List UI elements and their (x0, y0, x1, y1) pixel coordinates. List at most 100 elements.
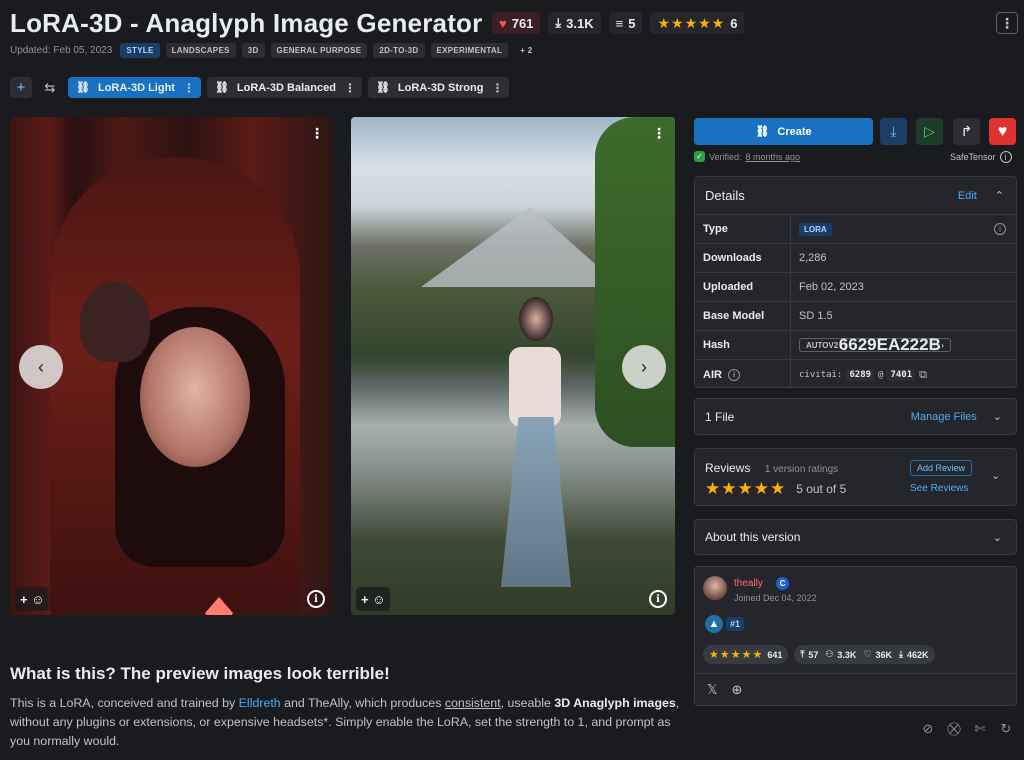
twitter-icon[interactable]: 𝕏 (707, 682, 717, 698)
info-icon[interactable]: i (727, 368, 740, 381)
tag-2d-to-3d[interactable]: 2D-TO-3D (373, 43, 425, 58)
rank-badge[interactable]: #1 (726, 617, 745, 631)
files-label: 1 File (705, 409, 735, 424)
tag-general-purpose[interactable]: GENERAL PURPOSE (270, 43, 368, 58)
image-2-info-icon[interactable]: i (649, 590, 667, 608)
chevron-right-icon[interactable]: › (935, 339, 950, 351)
kebab-icon[interactable]: ⋮ (491, 81, 503, 95)
edit-button[interactable]: Edit (958, 190, 977, 202)
chevron-down-icon[interactable]: ⌄ (991, 469, 1000, 482)
refresh-icon[interactable]: ↻ (997, 720, 1015, 738)
run-button[interactable]: ▷ (916, 118, 943, 145)
author-link[interactable]: Elldreth (239, 696, 281, 710)
add-reaction-icon: + ☺ (20, 591, 45, 607)
chevron-up-icon[interactable]: ⌃ (995, 189, 1004, 202)
details-header[interactable]: Details Edit ⌃ (695, 177, 1016, 215)
hash-box[interactable]: AUTOV2 6629EA222B › (799, 335, 951, 354)
updated-date: Updated: Feb 05, 2023 (10, 45, 113, 56)
air-prefix: civitai: (799, 369, 843, 380)
share-button[interactable]: ↱ (953, 118, 980, 145)
info-icon[interactable]: i (994, 223, 1006, 235)
details-row-uploaded: Uploaded Feb 02, 2023 (695, 273, 1016, 302)
likes-badge[interactable]: ♥ 761 (492, 12, 541, 34)
add-reaction-icon: + ☺ (361, 591, 386, 607)
copy-icon[interactable]: ⧉ (919, 368, 927, 382)
like-button[interactable]: ♥ (989, 118, 1016, 145)
underlined-word: consistent (444, 696, 501, 710)
chevron-down-icon[interactable]: ⌄ (993, 531, 1002, 544)
row-label: Type (695, 215, 791, 243)
version-tab-light[interactable]: ⛓ LoRA-3D Light ⋮ (68, 77, 201, 98)
version-tab-strong[interactable]: ⛓ LoRA-3D Strong ⋮ (367, 77, 510, 98)
downloads-count: 462K (907, 649, 929, 660)
globe-icon[interactable]: ⊕ (731, 682, 742, 698)
about-version-panel[interactable]: About this version ⌄ (694, 519, 1017, 555)
tag-3d[interactable]: 3D (241, 43, 265, 58)
verified-date-link[interactable]: 8 months ago (746, 152, 801, 162)
tag-style[interactable]: STYLE (120, 43, 160, 58)
rating-count: 641 (767, 649, 783, 660)
avatar[interactable] (703, 576, 727, 600)
hash-value[interactable]: 6629EA222B (839, 335, 941, 354)
cart-off-icon[interactable]: ⛒ (945, 720, 963, 738)
image-2-menu-button[interactable]: ⋮ (652, 125, 666, 141)
downloads-badge: ⤓ 3.1K (548, 12, 601, 34)
creator-name[interactable]: theally (734, 578, 763, 589)
plus-icon: + (16, 79, 26, 96)
files-panel[interactable]: 1 File Manage Files ⌄ (694, 398, 1017, 435)
kebab-icon: ⋮ (1000, 14, 1014, 31)
reviews-count: 1 version ratings (764, 464, 839, 475)
safetensor-label: SafeTensor i (950, 151, 1012, 163)
manage-files-button[interactable]: Manage Files (911, 411, 977, 423)
joined-date: Joined Dec 04, 2022 (734, 593, 817, 603)
page-title: LoRA-3D - Anaglyph Image Generator (10, 8, 483, 38)
kebab-icon[interactable]: ⋮ (183, 81, 195, 95)
carousel-next-button[interactable]: › (622, 345, 666, 389)
create-button[interactable]: ⛓ Create (694, 118, 873, 145)
type-badge: LORA (799, 222, 832, 236)
safetensor-text: SafeTensor (950, 152, 996, 162)
globe-off-icon[interactable]: ⊘ (919, 720, 937, 738)
reorder-versions-button[interactable]: ⇆ (38, 77, 62, 98)
image-1-react-button[interactable]: + ☺ (15, 587, 50, 611)
heart-outline-icon: ♡ (863, 649, 872, 659)
link-icon: ⛓ (76, 82, 90, 94)
heart-icon: ♥ (997, 122, 1008, 140)
add-version-button[interactable]: + (10, 77, 32, 98)
tag-experimental[interactable]: EXPERIMENTAL (430, 43, 509, 58)
tools-off-icon[interactable]: ✄ (971, 720, 989, 738)
add-review-button[interactable]: Add Review (910, 460, 973, 476)
download-icon: ⤓ (899, 649, 904, 659)
image-mountain-shape (421, 207, 621, 287)
floating-toolbar: ⊘ ⛒ ✄ ↻ (919, 720, 1015, 738)
article-heading: What is this? The preview images look te… (10, 664, 390, 683)
image-1-info-icon[interactable]: i (307, 590, 325, 608)
row-value: Feb 02, 2023 (799, 281, 864, 293)
text-segment: and TheAlly, which produces (280, 696, 445, 710)
tag-landscapes[interactable]: LANDSCAPES (165, 43, 236, 58)
likes-count: 36K (875, 649, 893, 660)
comments-badge[interactable]: ≡ 5 (608, 12, 643, 34)
version-tab-balanced[interactable]: ⛓ LoRA-3D Balanced ⋮ (206, 77, 362, 98)
info-icon[interactable]: i (999, 151, 1012, 163)
carousel-prev-button[interactable]: ‹ (19, 345, 63, 389)
kebab-icon[interactable]: ⋮ (344, 81, 356, 95)
air-version-id: 7401 (887, 368, 916, 381)
share-icon: ↱ (960, 123, 973, 139)
row-label: Base Model (695, 302, 791, 330)
details-row-base-model: Base Model SD 1.5 (695, 302, 1016, 331)
rating-badge[interactable]: ★★★★★ 6 (650, 12, 745, 34)
row-value: SD 1.5 (799, 310, 833, 322)
download-button[interactable]: ⤓ (880, 118, 907, 145)
image-2-react-button[interactable]: + ☺ (356, 587, 391, 611)
image-1-menu-button[interactable]: ⋮ (310, 125, 324, 141)
see-reviews-link[interactable]: See Reviews (910, 483, 968, 494)
chevron-down-icon[interactable]: ⌄ (993, 410, 1002, 423)
more-tags-button[interactable]: + 2 (514, 43, 538, 58)
image-trees-shape (595, 117, 675, 447)
row-label: Downloads (695, 244, 791, 272)
heart-icon: ♥ (499, 15, 507, 31)
rating-score: 5 out of 5 (796, 482, 847, 496)
article-paragraph: This is a LoRA, conceived and trained by… (10, 694, 682, 751)
more-options-button[interactable]: ⋮ (996, 12, 1018, 34)
